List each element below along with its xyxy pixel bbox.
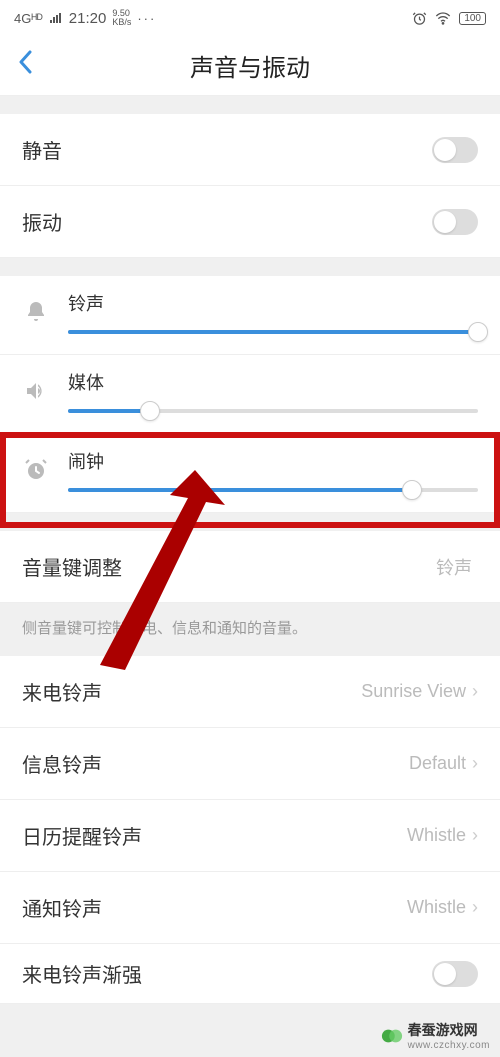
crescendo-row[interactable]: 来电铃声渐强 — [0, 944, 500, 1004]
network-indicator: 4Gᴴᴰ — [14, 11, 43, 26]
vibrate-row[interactable]: 振动 — [0, 186, 500, 258]
speaker-icon — [22, 377, 50, 405]
alarm-slider-row: 闹钟 — [0, 434, 500, 513]
clock-icon — [22, 456, 50, 484]
message-ringtone-value: Default — [409, 753, 466, 774]
signal-icon — [49, 12, 63, 24]
volume-key-desc: 侧音量键可控制来电、信息和通知的音量。 — [0, 603, 500, 656]
back-button[interactable] — [18, 50, 32, 81]
crescendo-label: 来电铃声渐强 — [22, 959, 142, 988]
incoming-ringtone-value: Sunrise View — [361, 681, 466, 702]
chevron-right-icon: › — [472, 825, 478, 846]
incoming-ringtone-label: 来电铃声 — [22, 677, 102, 706]
battery-indicator: 100 — [459, 12, 486, 25]
volume-key-value: 铃声 — [436, 554, 472, 580]
bell-icon — [22, 298, 50, 326]
ringtone-slider-label: 铃声 — [68, 290, 478, 316]
alarm-icon — [412, 11, 427, 26]
media-slider-label: 媒体 — [68, 369, 478, 395]
status-bar: 4Gᴴᴰ 21:20 9.50KB/s ··· 100 — [0, 0, 500, 36]
watermark: 春蚕游戏网 www.czchxy.com — [381, 1020, 490, 1051]
alarm-slider[interactable] — [68, 488, 478, 492]
mute-toggle[interactable] — [432, 137, 478, 163]
watermark-name: 春蚕游戏网 — [408, 1022, 478, 1038]
wifi-icon — [435, 11, 451, 25]
media-slider-row: 媒体 — [0, 355, 500, 434]
status-time: 21:20 — [69, 10, 107, 27]
volume-key-row[interactable]: 音量键调整 铃声 — [0, 531, 500, 603]
watermark-logo-icon — [381, 1025, 403, 1047]
notification-ringtone-label: 通知铃声 — [22, 893, 102, 922]
vibrate-toggle[interactable] — [432, 209, 478, 235]
notification-ringtone-value: Whistle — [407, 897, 466, 918]
chevron-right-icon: › — [472, 753, 478, 774]
notification-ringtone-row[interactable]: 通知铃声 Whistle › — [0, 872, 500, 944]
ringtone-slider[interactable] — [68, 330, 478, 334]
network-speed: 9.50KB/s — [112, 9, 131, 27]
volume-key-label: 音量键调整 — [22, 552, 122, 581]
calendar-ringtone-value: Whistle — [407, 825, 466, 846]
message-ringtone-label: 信息铃声 — [22, 749, 102, 778]
watermark-url: www.czchxy.com — [408, 1040, 490, 1051]
calendar-ringtone-label: 日历提醒铃声 — [22, 821, 142, 850]
incoming-ringtone-row[interactable]: 来电铃声 Sunrise View › — [0, 656, 500, 728]
chevron-right-icon: › — [472, 897, 478, 918]
status-more-icon: ··· — [137, 11, 156, 26]
alarm-slider-label: 闹钟 — [68, 448, 478, 474]
message-ringtone-row[interactable]: 信息铃声 Default › — [0, 728, 500, 800]
nav-bar: 声音与振动 — [0, 36, 500, 96]
mute-label: 静音 — [22, 135, 62, 164]
vibrate-label: 振动 — [22, 207, 62, 236]
media-slider[interactable] — [68, 409, 478, 413]
ringtone-slider-row: 铃声 — [0, 276, 500, 355]
chevron-left-icon — [18, 50, 32, 74]
crescendo-toggle[interactable] — [432, 961, 478, 987]
chevron-right-icon: › — [472, 681, 478, 702]
page-title: 声音与振动 — [0, 48, 500, 83]
calendar-ringtone-row[interactable]: 日历提醒铃声 Whistle › — [0, 800, 500, 872]
mute-row[interactable]: 静音 — [0, 114, 500, 186]
